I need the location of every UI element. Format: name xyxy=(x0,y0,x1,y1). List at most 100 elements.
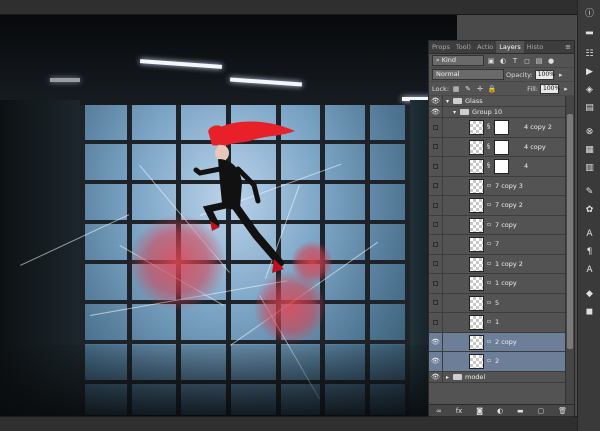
folder-icon xyxy=(460,109,469,115)
shape-filter-icon[interactable]: ◻ xyxy=(522,56,532,66)
layer-row[interactable]: ▫ 1 copy 2 xyxy=(429,254,566,274)
clone-icon[interactable]: ✿ xyxy=(583,204,596,216)
visibility-eye-icon[interactable]: 👁 xyxy=(429,332,443,351)
paragraph-icon[interactable]: ¶ xyxy=(583,246,596,258)
smart-object-icon: ▫ xyxy=(487,240,492,247)
link-icon[interactable]: ∞ xyxy=(436,407,442,415)
tab-tool-presets[interactable]: Tool) xyxy=(453,41,474,53)
fx-icon[interactable]: fx xyxy=(456,407,463,415)
layer-row[interactable]: ▫ 7 copy 2 xyxy=(429,196,566,216)
collapse-arrow-icon[interactable]: ▸ xyxy=(446,372,449,383)
styles-icon[interactable]: A xyxy=(583,264,596,276)
layers-icon[interactable]: ◈ xyxy=(583,84,596,96)
channels-icon[interactable]: ⊗ xyxy=(583,126,596,138)
visibility-eye-icon[interactable]: 👁 xyxy=(429,107,443,117)
folder-icon[interactable]: ▬ xyxy=(517,407,524,415)
layer-row[interactable]: § 4 copy 2 xyxy=(429,118,566,138)
layer-name: 4 copy 2 xyxy=(524,123,552,131)
visibility-toggle[interactable] xyxy=(429,274,443,293)
visibility-eye-icon[interactable]: 👁 xyxy=(429,96,443,106)
brush-icon[interactable]: ✎ xyxy=(583,186,596,198)
layer-row[interactable]: ▫ 5 xyxy=(429,293,566,313)
adjustment-filter-icon[interactable]: ◐ xyxy=(498,56,508,66)
smart-filter-icon[interactable]: ▤ xyxy=(534,56,544,66)
layer-name: Glass xyxy=(465,97,483,105)
visibility-toggle[interactable] xyxy=(429,235,443,254)
scrollbar-thumb[interactable] xyxy=(567,114,573,349)
adjustment-icon[interactable]: ◐ xyxy=(497,407,503,415)
tab-history[interactable]: Histo xyxy=(524,41,547,53)
layer-row[interactable]: 👁 ▫ 2 copy xyxy=(429,332,566,352)
layers-footer: ∞ fx ◙ ◐ ▬ ▢ 🗑 xyxy=(429,404,574,416)
visibility-toggle[interactable] xyxy=(429,215,443,234)
layer-name: 2 xyxy=(495,357,500,365)
tab-layers[interactable]: Layers xyxy=(496,41,524,53)
text-icon[interactable]: A xyxy=(583,228,596,240)
status-bar xyxy=(0,416,577,431)
visibility-toggle[interactable] xyxy=(429,176,443,195)
layer-mask-thumbnail[interactable] xyxy=(494,159,509,174)
visibility-eye-icon[interactable]: 👁 xyxy=(429,352,443,371)
layer-row[interactable]: 👁 ▫ 2 xyxy=(429,352,566,372)
expand-arrow-icon[interactable]: ▾ xyxy=(446,96,449,107)
layer-row[interactable]: ▫ 7 xyxy=(429,235,566,255)
mask-icon[interactable]: ◙ xyxy=(476,407,483,415)
layer-thumbnail xyxy=(469,315,484,330)
visibility-toggle[interactable] xyxy=(429,196,443,215)
visibility-toggle[interactable] xyxy=(429,118,443,137)
ceiling xyxy=(0,15,457,100)
info-icon[interactable]: ⓘ xyxy=(583,6,596,19)
kind-filter-select[interactable]: ⌕ Kind xyxy=(432,55,484,66)
tab-properties[interactable]: Props xyxy=(429,41,453,53)
blend-mode-select[interactable]: Normal xyxy=(432,69,504,80)
play-icon[interactable]: ▶ xyxy=(583,66,596,78)
expand-arrow-icon[interactable]: ▾ xyxy=(453,107,456,118)
fill-label: Fill: xyxy=(527,84,538,93)
swatches-icon[interactable]: ▦ xyxy=(583,144,596,156)
trash-icon[interactable]: 🗑 xyxy=(558,407,567,415)
layer-row[interactable]: ▫ 1 copy xyxy=(429,274,566,294)
fill-field[interactable]: 100% xyxy=(540,83,560,94)
lock-all-icon[interactable]: 🔒 xyxy=(487,84,497,94)
layer-row[interactable]: ▫ 7 copy xyxy=(429,215,566,235)
visibility-toggle[interactable] xyxy=(429,254,443,273)
tab-actions[interactable]: Actio xyxy=(474,41,496,53)
layer-row[interactable]: 👁 ▾ Glass xyxy=(429,96,566,107)
chevron-down-icon[interactable]: ▸ xyxy=(561,84,571,94)
camera-icon[interactable]: ◼ xyxy=(583,306,596,318)
visibility-toggle[interactable] xyxy=(429,137,443,156)
pixel-filter-icon[interactable]: ▣ xyxy=(486,56,496,66)
chevron-down-icon[interactable]: ▸ xyxy=(556,70,566,80)
visibility-eye-icon[interactable]: 👁 xyxy=(429,371,443,382)
type-filter-icon[interactable]: T xyxy=(510,56,520,66)
visibility-toggle[interactable] xyxy=(429,313,443,332)
lock-transparency-icon[interactable]: ▦ xyxy=(451,84,461,94)
visibility-toggle[interactable] xyxy=(429,293,443,312)
layer-name: 7 xyxy=(495,240,500,248)
history-icon[interactable]: ▤ xyxy=(583,102,596,114)
layer-row[interactable]: 👁 ▸ model xyxy=(429,371,566,383)
document-canvas[interactable] xyxy=(0,15,457,416)
opacity-field[interactable]: 100% xyxy=(534,69,555,80)
filter-toggle-icon[interactable]: ● xyxy=(546,56,556,66)
histogram-icon[interactable]: ▂ xyxy=(583,24,596,36)
smart-object-icon: ▫ xyxy=(487,181,492,189)
layer-mask-thumbnail[interactable] xyxy=(494,139,509,155)
adjust-icon[interactable]: ☷ xyxy=(583,48,596,60)
new-layer-icon[interactable]: ▢ xyxy=(538,407,545,415)
paths-icon[interactable]: ▥ xyxy=(583,162,596,174)
visibility-toggle[interactable] xyxy=(429,157,443,176)
layer-row[interactable]: § 4 copy xyxy=(429,137,566,157)
3d-icon[interactable]: ◆ xyxy=(583,288,596,300)
panel-menu-icon[interactable]: ≡ xyxy=(562,41,574,53)
layer-mask-thumbnail[interactable] xyxy=(494,120,509,135)
layer-row[interactable]: § 4 xyxy=(429,157,566,177)
layers-scrollbar[interactable] xyxy=(565,96,574,406)
smart-object-icon: ▫ xyxy=(487,337,492,345)
lock-pixels-icon[interactable]: ✎ xyxy=(463,84,473,94)
lock-position-icon[interactable]: ✛ xyxy=(475,84,485,94)
layer-row[interactable]: ▫ 7 copy 3 xyxy=(429,176,566,196)
layer-row[interactable]: ▫ 1 xyxy=(429,313,566,333)
layer-row[interactable]: 👁 ▾ Group 10 xyxy=(429,107,566,118)
layer-name: 5 xyxy=(495,298,500,307)
